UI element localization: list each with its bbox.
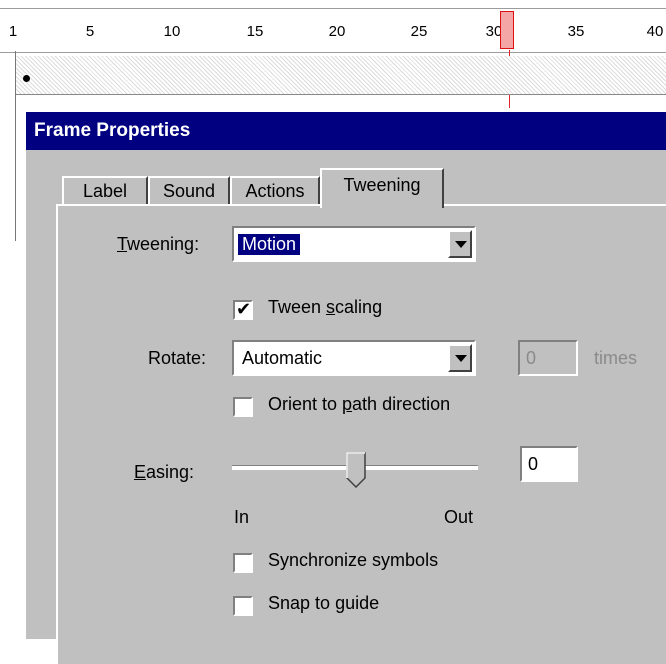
- ruler-label: 1: [8, 23, 18, 40]
- easing-out-label: Out: [444, 507, 474, 527]
- ruler-label: 35: [567, 23, 585, 40]
- tab-tweening[interactable]: Tweening: [320, 168, 444, 208]
- tweening-label: Tweening:: [117, 234, 200, 254]
- tab-actions[interactable]: Actions: [230, 176, 320, 206]
- ruler-label: 5: [85, 23, 95, 40]
- snap-to-guide-label: Snap to guide: [268, 593, 380, 613]
- timeline: 1 5 10 15 20 25 30 35 40: [0, 0, 666, 241]
- rotate-select-value: Automatic: [242, 348, 323, 368]
- rotate-label: Rotate:: [148, 348, 207, 368]
- ruler-label: 25: [410, 23, 428, 40]
- checkmark-icon: ✔: [236, 299, 252, 319]
- ruler-label: 15: [246, 23, 264, 40]
- tween-scaling-label: Tween scaling: [268, 297, 383, 317]
- tween-scaling-checkbox[interactable]: ✔: [233, 299, 253, 320]
- dialog-title: Frame Properties: [34, 120, 191, 141]
- easing-slider-thumb[interactable]: [346, 452, 366, 489]
- snap-to-guide-checkbox[interactable]: [233, 596, 253, 616]
- rotate-times-field[interactable]: 0: [518, 340, 578, 376]
- chevron-down-icon[interactable]: [448, 344, 472, 372]
- tab-label[interactable]: Label: [62, 176, 148, 206]
- tweening-select-value: Motion: [236, 233, 302, 256]
- orient-to-path-label: Orient to path direction: [268, 394, 451, 414]
- easing-label: Easing:: [134, 462, 195, 482]
- keyframe-dot[interactable]: [23, 75, 30, 82]
- dialog-title-bar[interactable]: Frame Properties: [26, 112, 666, 150]
- ruler-label: 10: [163, 23, 181, 40]
- playhead-marker[interactable]: [500, 11, 514, 49]
- orient-to-path-checkbox[interactable]: [233, 397, 253, 417]
- chevron-down-icon[interactable]: [448, 230, 472, 258]
- tab-sound[interactable]: Sound: [148, 176, 230, 206]
- easing-value-field[interactable]: 0: [520, 446, 578, 482]
- times-label: times: [594, 348, 638, 368]
- ruler-label: 40: [646, 23, 664, 40]
- easing-value: 0: [528, 454, 539, 474]
- rotate-select[interactable]: Automatic: [232, 340, 476, 376]
- easing-in-label: In: [234, 507, 250, 527]
- synchronize-symbols-label: Synchronize symbols: [268, 550, 439, 570]
- layer-frames-row[interactable]: [16, 56, 666, 95]
- ruler-label: 20: [328, 23, 346, 40]
- tweening-select[interactable]: Motion: [232, 226, 476, 262]
- frame-ruler[interactable]: 1 5 10 15 20 25 30 35 40: [0, 8, 666, 53]
- synchronize-symbols-checkbox[interactable]: [233, 553, 253, 573]
- rotate-times-value: 0: [526, 348, 537, 368]
